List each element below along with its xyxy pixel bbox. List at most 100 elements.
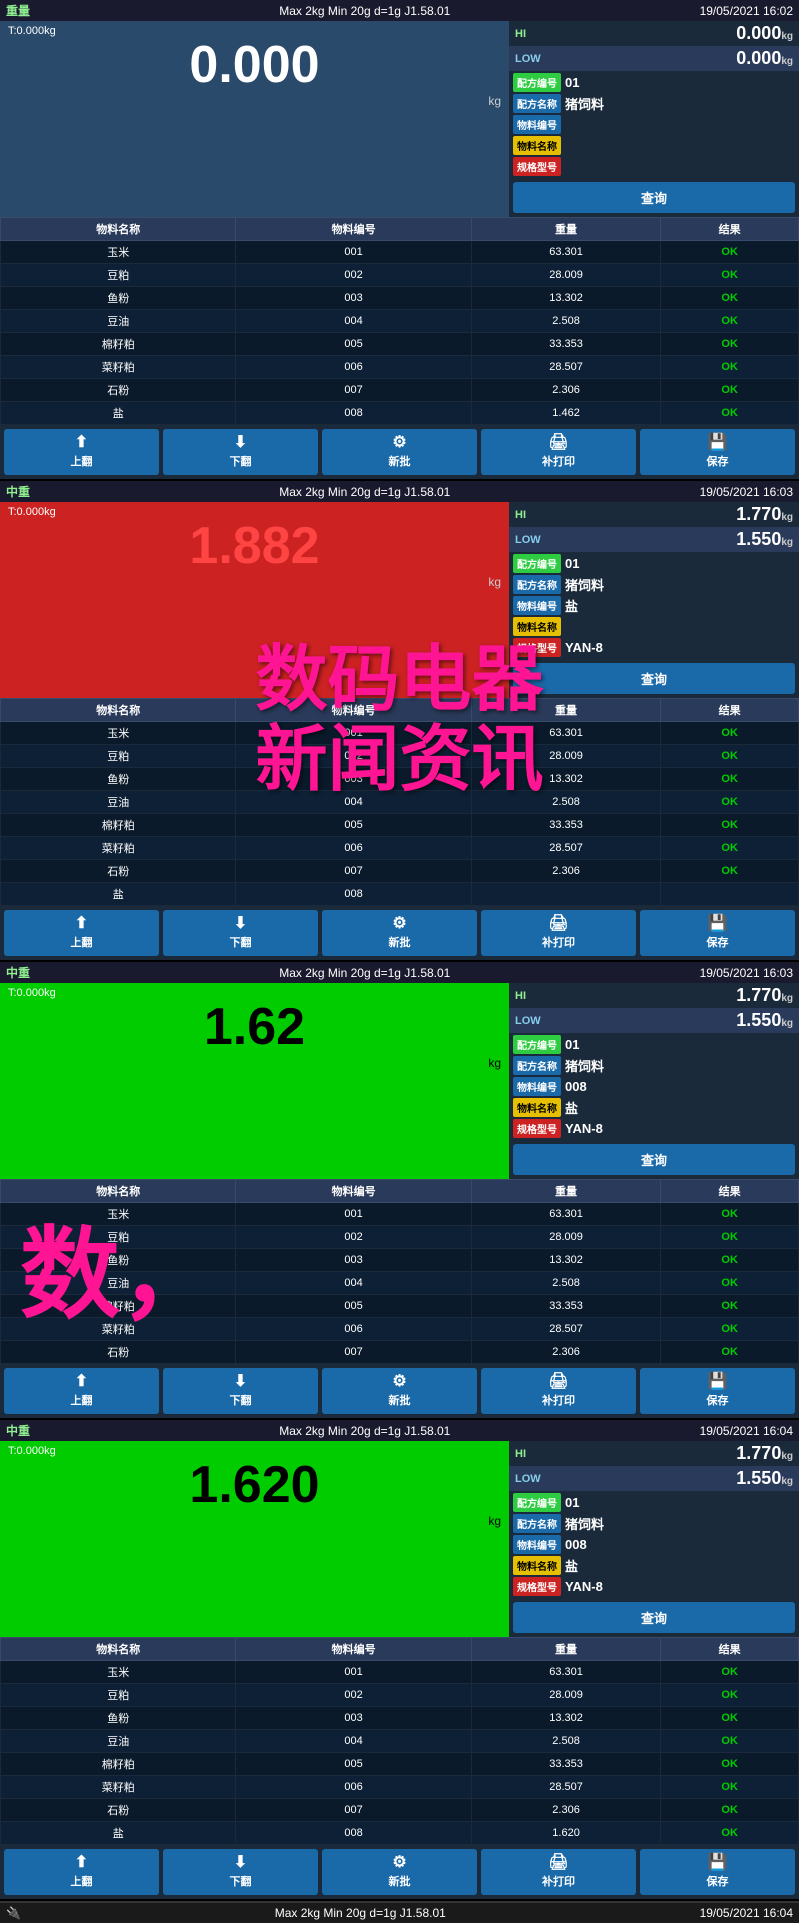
button-label: 保存 [707, 453, 729, 469]
action-button-4[interactable]: 💾保存 [640, 1368, 795, 1414]
action-button-0[interactable]: ⬆上翻 [4, 1849, 159, 1895]
query-button[interactable]: 查询 [513, 663, 795, 694]
table-cell: OK [661, 1272, 799, 1295]
table-row: 棉籽粕00533.353OK [1, 333, 799, 356]
table-cell: 棉籽粕 [1, 814, 236, 837]
table-cell: 002 [236, 264, 471, 287]
info-row-1: 配方名称 猪饲料 [513, 94, 795, 113]
hi-label: HI [515, 509, 526, 521]
data-table: 物料名称物料编号重量结果玉米00163.301OK豆粕00228.009OK鱼粉… [0, 217, 799, 425]
query-button[interactable]: 查询 [513, 1144, 795, 1175]
info-row-1: 配方名称 猪饲料 [513, 1056, 795, 1075]
right-panel: HI 1.770kg LOW 1.550kg 配方编号 01 配方名称 猪饲料 … [509, 502, 799, 698]
table-header: 物料名称 [1, 1180, 236, 1203]
info-row-1: 配方名称 猪饲料 [513, 1514, 795, 1533]
low-row: LOW 1.550kg [509, 1466, 799, 1491]
table-cell: 33.353 [471, 333, 660, 356]
action-button-1[interactable]: ⬇下翻 [163, 1849, 318, 1895]
table-cell: OK [661, 1684, 799, 1707]
info-value-0: 01 [565, 1037, 579, 1052]
info-row-0: 配方编号 01 [513, 73, 795, 92]
top-bar: 中重 Max 2kg Min 20g d=1g J1.58.01 19/05/2… [0, 962, 799, 983]
table-cell: 003 [236, 1707, 471, 1730]
button-icon: ⬆ [75, 435, 88, 451]
table-cell: 2.306 [471, 860, 660, 883]
info-value-4: YAN-8 [565, 1121, 603, 1136]
action-button-4[interactable]: 💾 保存 [640, 429, 795, 475]
table-row: 豆油0042.508OK [1, 791, 799, 814]
table-header: 物料编号 [236, 699, 471, 722]
table-cell: 008 [236, 883, 471, 906]
info-row-3: 物料名称 盐 [513, 1556, 795, 1575]
action-button-4[interactable]: 💾保存 [640, 910, 795, 956]
table-row: 玉米00163.301OK [1, 1661, 799, 1684]
table-row: 鱼粉00313.302OK [1, 1249, 799, 1272]
action-button-3[interactable]: 🖨补打印 [481, 1368, 636, 1414]
info-value-2: 008 [565, 1079, 587, 1094]
action-button-4[interactable]: 💾保存 [640, 1849, 795, 1895]
table-cell: OK [661, 264, 799, 287]
info-value-1: 猪饲料 [565, 94, 604, 113]
info-badge-2: 物料编号 [513, 115, 561, 134]
table-row: 盐0081.462OK [1, 402, 799, 425]
button-label: 上翻 [71, 934, 93, 950]
table-cell: 005 [236, 814, 471, 837]
action-button-1[interactable]: ⬇下翻 [163, 1368, 318, 1414]
right-panel: HI 0.000kg LOW 0.000kg 配方编号 01 配方名称 猪饲料 … [509, 21, 799, 217]
top-bar-right: 19/05/2021 16:04 [700, 1424, 793, 1438]
action-button-2[interactable]: ⚙新批 [322, 1368, 477, 1414]
query-button[interactable]: 查询 [513, 182, 795, 213]
action-button-2[interactable]: ⚙新批 [322, 1849, 477, 1895]
info-value-0: 01 [565, 1495, 579, 1510]
hi-value: 0.000kg [736, 23, 793, 44]
top-bar-right: 19/05/2021 16:03 [700, 966, 793, 980]
action-button-3[interactable]: 🖨补打印 [481, 429, 636, 475]
weight-section: T:0.000kg 1.62 kg [0, 983, 509, 1179]
table-row: 石粉0072.306OK [1, 1799, 799, 1822]
info-grid: 配方编号 01 配方名称 猪饲料 物料编号 008 物料名称 盐 规格型号 YA… [509, 1033, 799, 1140]
table-cell: 004 [236, 1272, 471, 1295]
table-row: 鱼粉00313.302OK [1, 1707, 799, 1730]
info-badge-3: 物料名称 [513, 136, 561, 155]
low-value: 1.550kg [736, 529, 793, 550]
table-cell: 63.301 [471, 1203, 660, 1226]
low-label: LOW [515, 1015, 541, 1027]
table-cell: 2.508 [471, 1272, 660, 1295]
panel-4: 中重 Max 2kg Min 20g d=1g J1.58.01 19/05/2… [0, 1420, 799, 1901]
action-button-1[interactable]: ⬇下翻 [163, 429, 318, 475]
button-label: 补打印 [542, 1392, 575, 1408]
button-label: 上翻 [71, 1873, 93, 1889]
action-button-1[interactable]: ⬇下翻 [163, 910, 318, 956]
table-cell: 2.508 [471, 1730, 660, 1753]
info-row-0: 配方编号 01 [513, 1035, 795, 1054]
table-cell: OK [661, 1730, 799, 1753]
table-cell: 005 [236, 333, 471, 356]
table-header: 重量 [471, 699, 660, 722]
query-button[interactable]: 查询 [513, 1602, 795, 1633]
table-cell: 28.009 [471, 1226, 660, 1249]
action-button-0[interactable]: ⬆上翻 [4, 910, 159, 956]
action-button-0[interactable]: ⬆上翻 [4, 429, 159, 475]
main-display: T:0.000kg 1.882 kg HI 1.770kg LOW 1.550k… [0, 502, 799, 698]
table-cell: 玉米 [1, 241, 236, 264]
table-cell: OK [661, 1822, 799, 1845]
action-button-2[interactable]: ⚙新批 [322, 910, 477, 956]
info-row-4: 规格型号 YAN-8 [513, 1577, 795, 1596]
button-icon: 💾 [708, 435, 728, 451]
table-cell: 1.462 [471, 402, 660, 425]
action-button-2[interactable]: ⚙新批 [322, 429, 477, 475]
button-icon: ⬆ [75, 1374, 88, 1390]
top-bar-center: Max 2kg Min 20g d=1g J1.58.01 [279, 4, 450, 18]
action-button-0[interactable]: ⬆上翻 [4, 1368, 159, 1414]
table-cell: 002 [236, 1684, 471, 1707]
button-icon: 💾 [708, 1374, 728, 1390]
table-header: 重量 [471, 1638, 660, 1661]
table-row: 豆粕00228.009OK [1, 1226, 799, 1249]
main-display: T:0.000kg 1.62 kg HI 1.770kg LOW 1.550kg… [0, 983, 799, 1179]
action-button-3[interactable]: 🖨补打印 [481, 910, 636, 956]
info-value-1: 猪饲料 [565, 1056, 604, 1075]
panel-3: 中重 Max 2kg Min 20g d=1g J1.58.01 19/05/2… [0, 962, 799, 1420]
table-cell: 菜籽粕 [1, 1318, 236, 1341]
table-header: 结果 [661, 699, 799, 722]
action-button-3[interactable]: 🖨补打印 [481, 1849, 636, 1895]
